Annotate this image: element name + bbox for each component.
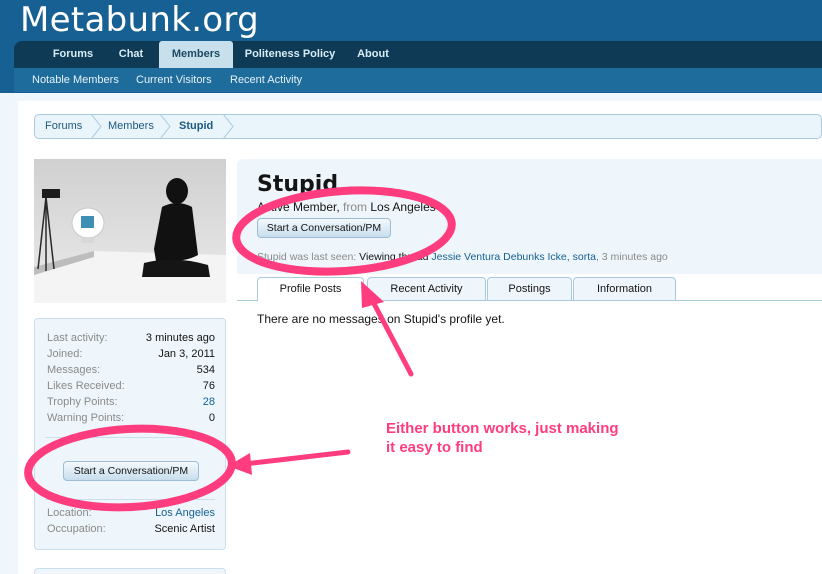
last-seen: Stupid was last seen: Viewing thread Jes… — [257, 251, 668, 263]
nav-tab-forums[interactable]: Forums — [42, 41, 104, 68]
from-label: from — [343, 200, 368, 214]
user-title-text: Active Member — [257, 200, 337, 214]
empty-profile-message: There are no messages on Stupid's profil… — [257, 312, 505, 326]
detail-value-link[interactable]: Los Angeles — [155, 507, 215, 519]
stat-value: 534 — [196, 364, 215, 376]
nav-tab-chat[interactable]: Chat — [106, 41, 156, 68]
stat-value: 0 — [208, 412, 215, 424]
nav-tab-politeness-policy[interactable]: Politeness Policy — [238, 41, 342, 68]
detail-value: Scenic Artist — [154, 523, 215, 535]
breadcrumb-separator-icon — [159, 114, 171, 139]
detail-label: Occupation: — [47, 523, 106, 535]
start-conversation-button-sidebar[interactable]: Start a Conversation/PM — [63, 461, 199, 481]
stat-joined: Joined: Jan 3, 2011 — [47, 348, 215, 363]
annotation-text: Either button works, just making it easy… — [386, 419, 686, 457]
detail-label: Location: — [47, 507, 92, 519]
tab-postings[interactable]: Postings — [487, 277, 572, 300]
stat-likes: Likes Received: 76 — [47, 380, 215, 395]
stat-warning-points: Warning Points: 0 — [47, 412, 215, 427]
stat-messages: Messages: 534 — [47, 364, 215, 379]
stat-label: Likes Received: — [47, 380, 125, 392]
breadcrumb-separator-icon — [222, 114, 234, 139]
last-seen-label: Stupid was last seen: — [257, 251, 357, 263]
nav-tab-about[interactable]: About — [348, 41, 398, 68]
member-stats-box: Last activity: 3 minutes ago Joined: Jan… — [34, 318, 226, 550]
tab-profile-posts[interactable]: Profile Posts — [257, 277, 364, 301]
annotation-line-1: Either button works, just making — [386, 420, 619, 437]
stat-label: Joined: — [47, 348, 83, 360]
stat-trophy-points: Trophy Points: 28 — [47, 396, 215, 411]
stat-label: Last activity: — [47, 332, 108, 344]
start-conversation-button[interactable]: Start a Conversation/PM — [257, 218, 391, 238]
stat-label: Warning Points: — [47, 412, 125, 424]
stat-last-activity: Last activity: 3 minutes ago — [47, 332, 215, 347]
main-nav: Forums Chat Members Politeness Policy Ab… — [14, 41, 822, 68]
profile-user-title: Active Member, from Los Angeles — [257, 200, 436, 214]
site-logo[interactable]: Metabunk.org — [20, 0, 259, 40]
divider — [45, 437, 215, 438]
avatar-image — [34, 159, 226, 303]
tab-information[interactable]: Information — [573, 277, 676, 300]
stat-label: Messages: — [47, 364, 101, 376]
last-seen-action: Viewing thread — [359, 251, 429, 263]
breadcrumb-current[interactable]: Stupid — [179, 115, 213, 138]
stat-value: 3 minutes ago — [145, 332, 215, 344]
annotation-line-2: it easy to find — [386, 439, 483, 456]
nav-tab-members[interactable]: Members — [159, 41, 233, 68]
stat-value: Jan 3, 2011 — [158, 348, 215, 360]
stat-value: 76 — [202, 380, 215, 392]
last-seen-time: 3 minutes ago — [601, 251, 668, 263]
user-location: Los Angeles — [370, 200, 436, 214]
tab-recent-activity[interactable]: Recent Activity — [367, 277, 486, 300]
detail-occupation: Occupation: Scenic Artist — [47, 523, 215, 538]
avatar[interactable] — [34, 159, 226, 303]
divider — [45, 499, 215, 500]
subnav-recent-activity[interactable]: Recent Activity — [230, 68, 302, 92]
breadcrumb-forums[interactable]: Forums — [45, 115, 82, 138]
profile-tabs: Profile Posts Recent Activity Postings I… — [237, 277, 822, 301]
profile-username: Stupid — [257, 172, 339, 197]
breadcrumb: Forums Members Stupid — [34, 114, 822, 139]
stat-label: Trophy Points: — [47, 396, 118, 408]
stat-value-link[interactable]: 28 — [203, 396, 215, 408]
sub-nav: Notable Members Current Visitors Recent … — [14, 68, 822, 92]
subnav-current-visitors[interactable]: Current Visitors — [136, 68, 212, 92]
breadcrumb-separator-icon — [90, 114, 102, 139]
subnav-notable-members[interactable]: Notable Members — [32, 68, 119, 92]
detail-location: Location: Los Angeles — [47, 507, 215, 522]
last-seen-thread-link[interactable]: Jessie Ventura Debunks Icke, sorta — [431, 251, 596, 263]
breadcrumb-members[interactable]: Members — [108, 115, 154, 138]
sidebar-box — [34, 568, 226, 574]
site-header: Metabunk.org Forums Chat Members Politen… — [0, 0, 822, 93]
